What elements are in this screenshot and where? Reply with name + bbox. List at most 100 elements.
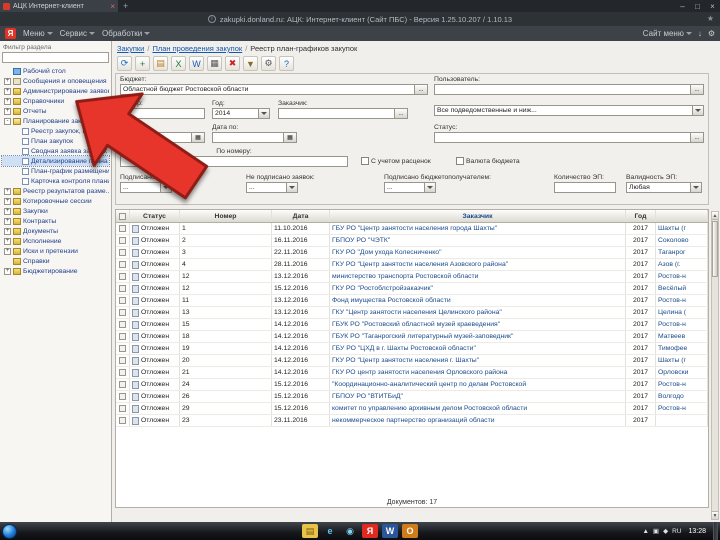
budget-field[interactable]: Областной бюджет Ростовской области: [120, 84, 415, 95]
tree-item[interactable]: + Отчеты: [2, 106, 109, 116]
network-icon[interactable]: ▣: [653, 527, 659, 535]
tree-expand-icon[interactable]: +: [4, 107, 11, 115]
date-from-field[interactable]: [120, 132, 192, 143]
table-row[interactable]: Отложен 20 14.12.2016 ГКУ РО "Центр заня…: [116, 355, 708, 367]
ep-count-field[interactable]: [554, 182, 616, 193]
menu-item-menu[interactable]: Меню: [23, 29, 53, 38]
year-dropdown-icon[interactable]: [259, 108, 270, 119]
tree-expand-icon[interactable]: [4, 258, 11, 265]
address-bar[interactable]: i zakupki.donland.ru: АЦК: Интернет-клие…: [0, 12, 720, 26]
column-header-place[interactable]: [656, 210, 708, 222]
tree-item[interactable]: + Реестр результатов разме...: [2, 186, 109, 196]
table-row[interactable]: Отложен 13 13.12.2016 ГКУ "Центр занятос…: [116, 307, 708, 319]
tree-expand-icon[interactable]: +: [4, 237, 11, 245]
tree-item[interactable]: Реестр закупок, которые...: [2, 126, 109, 136]
table-row[interactable]: Отложен 15 14.12.2016 ГБУК РО "Ростовски…: [116, 319, 708, 331]
downloads-icon[interactable]: ↓: [698, 29, 702, 38]
column-header-status[interactable]: Статус: [130, 210, 180, 222]
tree-item[interactable]: Рабочий стол: [2, 66, 109, 76]
yandex-logo[interactable]: Я: [5, 28, 16, 39]
subordination-dropdown-icon[interactable]: [693, 105, 704, 116]
tree-expand-icon[interactable]: +: [4, 187, 11, 195]
tree-item[interactable]: Справки: [2, 256, 109, 266]
column-header-date[interactable]: Дата: [272, 210, 330, 222]
currency-checkbox[interactable]: [456, 157, 464, 165]
breadcrumb-link[interactable]: План проведения закупок: [152, 44, 242, 53]
toolbar-icon[interactable]: ?: [279, 56, 294, 71]
close-button[interactable]: ×: [705, 2, 720, 11]
table-row[interactable]: Отложен 1 11.10.2016 ГБУ РО "Центр занят…: [116, 223, 708, 235]
table-row[interactable]: Отложен 12 15.12.2016 ГКУ РО "Ростоблстр…: [116, 283, 708, 295]
date-to-calendar-icon[interactable]: ▦: [284, 132, 297, 143]
tree-expand-icon[interactable]: +: [4, 267, 11, 275]
tree-expand-icon[interactable]: [4, 68, 11, 75]
scrollbar-thumb[interactable]: [712, 221, 718, 277]
ep-valid-dropdown-icon[interactable]: [691, 182, 702, 193]
table-row[interactable]: Отложен 24 15.12.2016 "Координационно-ан…: [116, 379, 708, 391]
tree-expand-icon[interactable]: -: [4, 117, 11, 125]
tree-item[interactable]: Карточка контроля планир...: [2, 176, 109, 186]
tree-expand-icon[interactable]: +: [4, 207, 11, 215]
row-checkbox[interactable]: [119, 369, 126, 376]
start-button[interactable]: [2, 523, 17, 539]
customer-field[interactable]: [278, 108, 395, 119]
tree-expand-icon[interactable]: [13, 178, 20, 185]
tree-expand-icon[interactable]: [13, 158, 20, 165]
tree-item[interactable]: + Иски и претензии: [2, 246, 109, 256]
taskbar-app-icon[interactable]: e: [322, 524, 338, 538]
row-checkbox[interactable]: [119, 345, 126, 352]
tree-item[interactable]: + Котировочные сессии: [2, 196, 109, 206]
table-row[interactable]: Отложен 18 14.12.2016 ГБУК РО "Таганрогс…: [116, 331, 708, 343]
signed-dropdown-icon[interactable]: [161, 182, 172, 193]
number-field[interactable]: [120, 108, 205, 119]
tree-item[interactable]: Детализирование плана зак...: [1, 155, 110, 167]
table-row[interactable]: Отложен 12 13.12.2016 министерство транс…: [116, 271, 708, 283]
column-header-year[interactable]: Год: [626, 210, 656, 222]
taskbar-app-icon[interactable]: O: [402, 524, 418, 538]
browser-tab[interactable]: АЦК Интернет-клиент ×: [0, 0, 118, 12]
table-row[interactable]: Отложен 23 23.11.2016 некоммерческое пар…: [116, 415, 708, 427]
tree-item[interactable]: + Сообщения и оповещения: [2, 76, 109, 86]
tree-item[interactable]: + Справочники: [2, 96, 109, 106]
row-checkbox[interactable]: [119, 297, 126, 304]
by-number-field[interactable]: [120, 156, 348, 167]
table-row[interactable]: Отложен 4 28.11.2016 ГКУ РО "Центр занят…: [116, 259, 708, 271]
tree-item[interactable]: План закупок: [2, 136, 109, 146]
tree-item[interactable]: - Планирование закупок: [2, 116, 109, 126]
breadcrumb-link[interactable]: Закупки: [117, 44, 144, 53]
budget-browse-button[interactable]: ...: [415, 84, 428, 95]
date-to-field[interactable]: [212, 132, 284, 143]
row-checkbox[interactable]: [119, 309, 126, 316]
tree-expand-icon[interactable]: +: [4, 97, 11, 105]
language-indicator[interactable]: RU: [672, 528, 681, 535]
user-browse-button[interactable]: ...: [691, 84, 704, 95]
row-checkbox[interactable]: [119, 393, 126, 400]
sidebar-filter-input[interactable]: [2, 52, 109, 63]
toolbar-icon[interactable]: ▼: [243, 56, 258, 71]
table-row[interactable]: Отложен 2 16.11.2016 ГБПОУ РО "ЧЭТК" 201…: [116, 235, 708, 247]
customer-browse-button[interactable]: ...: [395, 108, 408, 119]
user-field[interactable]: [434, 84, 691, 95]
toolbar-icon[interactable]: ▤: [153, 56, 168, 71]
toolbar-icon[interactable]: +: [135, 56, 150, 71]
tab-close-icon[interactable]: ×: [110, 2, 115, 11]
tree-expand-icon[interactable]: +: [4, 217, 11, 225]
tree-item[interactable]: + Администрирование заявок: [2, 86, 109, 96]
row-checkbox[interactable]: [119, 261, 126, 268]
clock[interactable]: 13:28: [685, 528, 709, 535]
tree-item[interactable]: + Бюджетирование: [2, 266, 109, 276]
bookmark-star-icon[interactable]: ★: [707, 14, 714, 23]
date-from-calendar-icon[interactable]: ▦: [192, 132, 205, 143]
toolbar-icon[interactable]: ⟳: [117, 56, 132, 71]
year-select[interactable]: 2014: [212, 108, 259, 119]
tree-item[interactable]: + Исполнение: [2, 236, 109, 246]
tree-expand-icon[interactable]: [13, 168, 20, 175]
subordination-select[interactable]: Все подведомственные и ниж...: [434, 105, 693, 116]
minimize-button[interactable]: –: [675, 2, 690, 11]
row-checkbox[interactable]: [119, 381, 126, 388]
ep-valid-select[interactable]: Любая: [626, 182, 691, 193]
row-checkbox[interactable]: [119, 225, 126, 232]
status-field[interactable]: [434, 132, 691, 143]
tree-item[interactable]: План-график размещения з...: [2, 166, 109, 176]
row-checkbox[interactable]: [119, 357, 126, 364]
